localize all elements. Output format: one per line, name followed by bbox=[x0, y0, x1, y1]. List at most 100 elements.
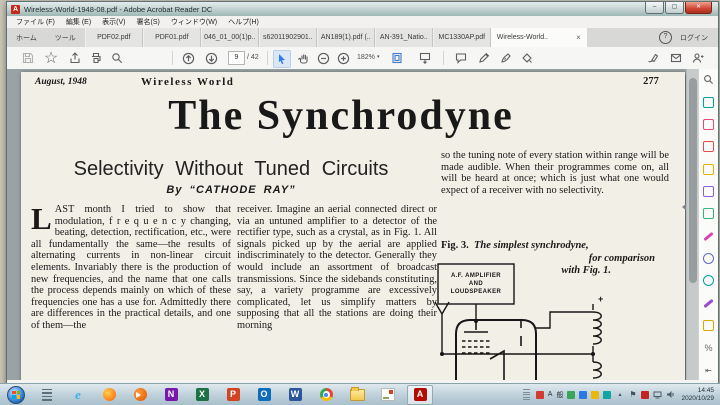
title-bar[interactable]: A Wireless-World-1948-08.pdf - Adobe Acr… bbox=[7, 2, 718, 16]
excel-icon: X bbox=[195, 388, 209, 401]
doc-tab[interactable]: s62011902901.. bbox=[258, 28, 317, 47]
tools-panel: % ⇤ bbox=[698, 69, 718, 380]
compress-pdf-icon[interactable] bbox=[703, 275, 715, 287]
doc-tab-active[interactable]: Wireless-World.. × bbox=[490, 28, 587, 47]
word-icon: W bbox=[288, 388, 302, 401]
export-pdf-icon[interactable] bbox=[703, 96, 715, 108]
maximize-button[interactable]: ▢ bbox=[665, 2, 684, 14]
mail-button[interactable] bbox=[376, 386, 400, 404]
pencil-icon[interactable] bbox=[476, 50, 492, 66]
menu-view[interactable]: 表示(V) bbox=[102, 17, 125, 27]
comment-icon[interactable] bbox=[453, 50, 469, 66]
clock-date: 2020/10/29 bbox=[681, 394, 714, 402]
taskbar-clock[interactable]: 14:45 2020/10/29 bbox=[679, 387, 718, 402]
fit-width-icon[interactable] bbox=[417, 50, 433, 66]
drop-cap: L bbox=[31, 204, 52, 236]
help-icon[interactable]: ? bbox=[659, 31, 672, 44]
menu-help[interactable]: ヘルプ(H) bbox=[228, 17, 259, 27]
share-upload-icon[interactable] bbox=[67, 50, 83, 66]
send-signature-icon[interactable] bbox=[645, 50, 661, 66]
action-center-flag-icon[interactable]: ⚑ bbox=[628, 390, 637, 399]
expand-panel-icon[interactable]: ⇤ bbox=[703, 365, 715, 376]
explorer-button[interactable] bbox=[345, 386, 369, 404]
doc-tab[interactable]: AN189(1).pdf (.. bbox=[316, 28, 375, 47]
excel-button[interactable]: X bbox=[190, 386, 214, 404]
email-icon[interactable] bbox=[668, 50, 684, 66]
select-tool-icon[interactable] bbox=[273, 50, 291, 68]
windows-orb-icon bbox=[7, 385, 25, 404]
doc-tab[interactable]: PDF02.pdf bbox=[84, 28, 143, 47]
login-button[interactable]: ログイン bbox=[680, 33, 708, 43]
fill-sign-pen-icon[interactable] bbox=[498, 50, 514, 66]
minimize-button[interactable]: – bbox=[645, 2, 664, 14]
tab-home[interactable]: ホーム bbox=[7, 28, 46, 47]
star-icon[interactable]: ☆ bbox=[43, 50, 59, 67]
tray-icon-yellow[interactable] bbox=[591, 390, 600, 399]
protect-icon[interactable] bbox=[703, 253, 715, 265]
volume-icon[interactable] bbox=[666, 390, 675, 399]
menu-sign[interactable]: 署名(S) bbox=[137, 17, 160, 27]
onenote-button[interactable]: N bbox=[159, 386, 183, 404]
fit-page-icon[interactable] bbox=[389, 50, 405, 66]
outlook-button[interactable]: O bbox=[252, 386, 276, 404]
next-page-icon[interactable] bbox=[203, 50, 219, 66]
zoom-out-icon[interactable] bbox=[315, 50, 331, 66]
menu-window[interactable]: ウィンドウ(W) bbox=[171, 17, 217, 27]
edit-pdf-icon[interactable] bbox=[703, 141, 715, 153]
zoom-level-label[interactable]: 182% bbox=[357, 54, 375, 61]
search-icon[interactable] bbox=[109, 50, 125, 66]
article-column-1: L AST month I tried to show that modulati… bbox=[31, 204, 231, 380]
fill-and-sign-icon[interactable] bbox=[703, 231, 715, 242]
menu-file[interactable]: ファイル (F) bbox=[16, 17, 55, 27]
measure-tool-icon[interactable]: % bbox=[703, 342, 715, 353]
doc-tab[interactable]: 046_01_00(1)p.. bbox=[200, 28, 259, 47]
internet-explorer-button[interactable]: e bbox=[66, 386, 90, 404]
zoom-in-icon[interactable] bbox=[335, 50, 351, 66]
tab-close-icon[interactable]: × bbox=[576, 33, 581, 42]
network-icon[interactable] bbox=[653, 391, 662, 399]
ime-direct-indicator[interactable]: A bbox=[548, 391, 553, 398]
zoom-caret-icon[interactable]: ▾ bbox=[377, 54, 380, 60]
tray-app-icon[interactable] bbox=[535, 390, 544, 399]
save-icon[interactable] bbox=[20, 50, 36, 66]
acrobat-app-icon: A bbox=[11, 4, 20, 14]
tray-icon-red[interactable] bbox=[641, 390, 650, 399]
combine-files-icon[interactable] bbox=[703, 185, 715, 197]
onenote-icon: N bbox=[164, 388, 178, 401]
chrome-button[interactable] bbox=[314, 386, 338, 404]
annotate-stamp-icon[interactable] bbox=[519, 50, 535, 66]
doc-tab[interactable]: PDF01.pdf bbox=[142, 28, 201, 47]
previous-page-icon[interactable] bbox=[180, 50, 196, 66]
scrollbar-thumb[interactable] bbox=[689, 78, 697, 283]
doc-tab[interactable]: AN-391_Natio.. bbox=[374, 28, 433, 47]
task-list-button[interactable] bbox=[35, 386, 59, 404]
word-button[interactable]: W bbox=[283, 386, 307, 404]
start-button[interactable] bbox=[4, 385, 28, 404]
search-tool-icon[interactable] bbox=[703, 74, 715, 85]
menu-edit[interactable]: 編集 (E) bbox=[66, 17, 91, 27]
close-button[interactable]: ✕ bbox=[685, 2, 712, 14]
organize-pages-icon[interactable] bbox=[703, 208, 715, 220]
create-pdf-icon[interactable] bbox=[703, 118, 715, 130]
firefox-button[interactable] bbox=[97, 386, 121, 404]
tray-icon-green[interactable] bbox=[567, 390, 576, 399]
comment-tool-icon[interactable] bbox=[703, 163, 715, 175]
hand-tool-icon[interactable] bbox=[295, 50, 311, 66]
ie-icon: e bbox=[75, 386, 81, 402]
certificates-icon[interactable] bbox=[703, 298, 715, 309]
powerpoint-button[interactable]: P bbox=[221, 386, 245, 404]
tab-tools[interactable]: ツール bbox=[46, 28, 85, 47]
stamp-tool-icon[interactable] bbox=[703, 320, 715, 332]
article-column-3: so the tuning note of every station with… bbox=[441, 150, 669, 196]
doc-tab[interactable]: MC1330AP.pdf bbox=[432, 28, 491, 47]
media-player-button[interactable] bbox=[128, 386, 152, 404]
show-hidden-icons-arrow[interactable]: ▴ bbox=[615, 391, 624, 398]
page-number-input[interactable]: 9 bbox=[228, 51, 245, 65]
print-icon[interactable] bbox=[88, 50, 104, 66]
add-user-icon[interactable] bbox=[690, 50, 706, 66]
tray-icon-teal[interactable] bbox=[603, 390, 612, 399]
tray-icon-blue[interactable] bbox=[579, 390, 588, 399]
figure-caption-line1: The simplest synchrodyne, bbox=[473, 240, 589, 251]
ime-mode-indicator[interactable]: 般 bbox=[556, 390, 563, 400]
acrobat-reader-button[interactable]: A bbox=[407, 384, 433, 405]
